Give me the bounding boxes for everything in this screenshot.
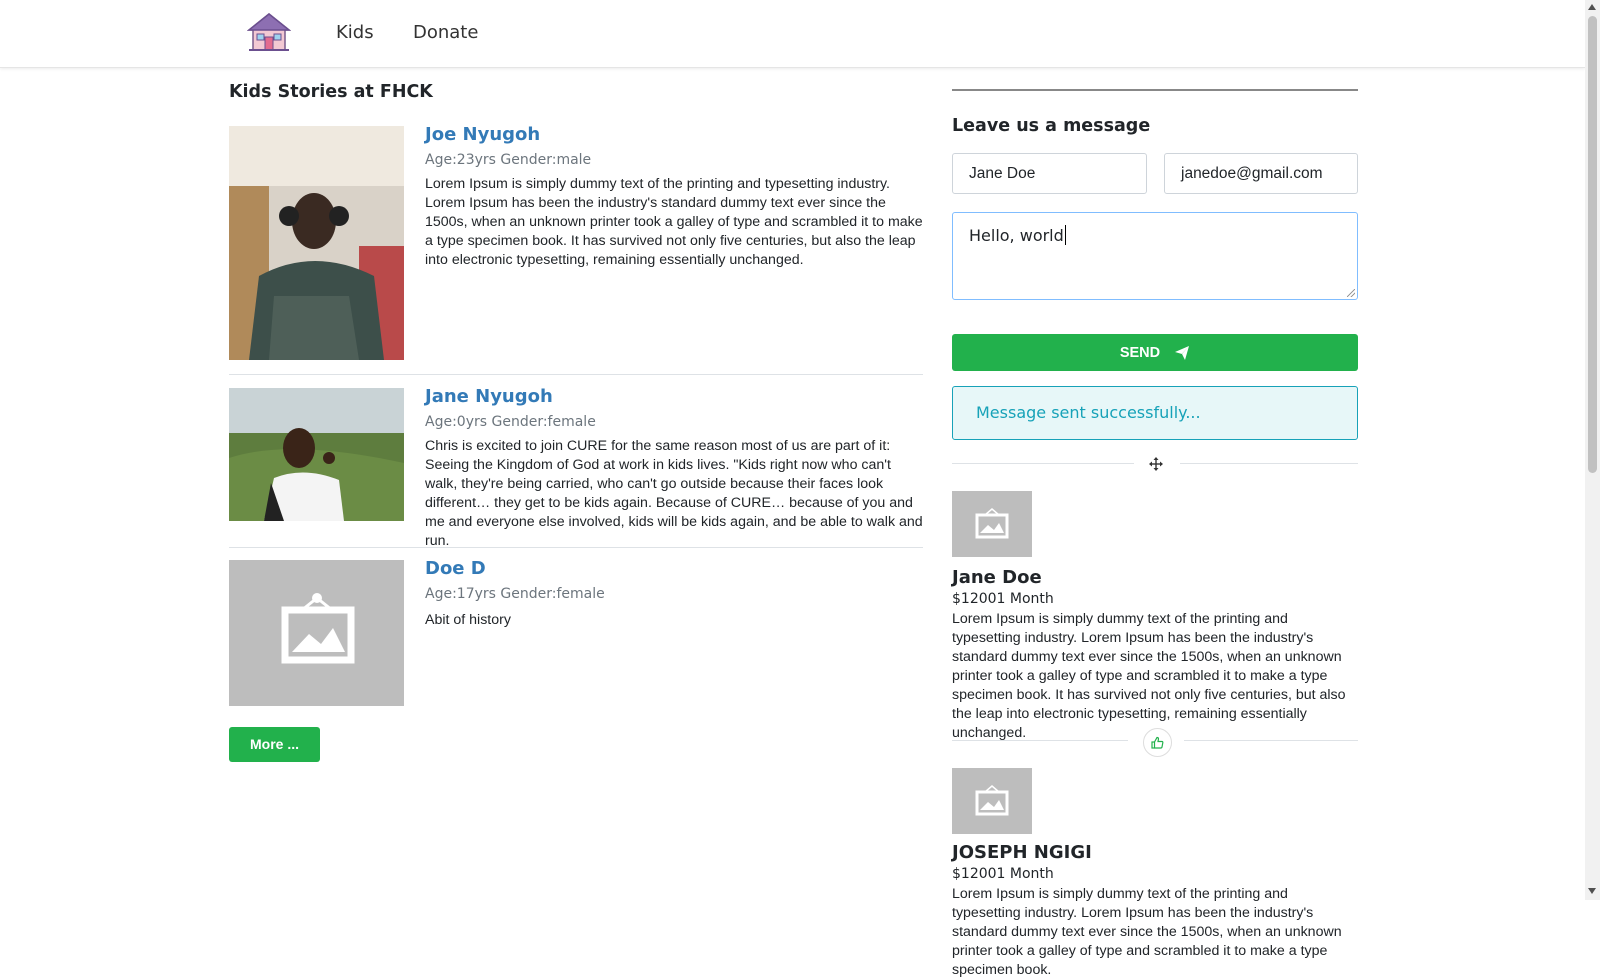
send-button[interactable]: SEND: [952, 334, 1358, 371]
divider: [952, 89, 1358, 91]
house-icon[interactable]: [246, 12, 292, 52]
vertical-scrollbar[interactable]: [1585, 0, 1600, 900]
text-caret: [1064, 225, 1066, 245]
placeholder-image-icon: [952, 491, 1032, 557]
message-text: Hello, world: [969, 226, 1064, 245]
message-textarea[interactable]: Hello, world: [952, 212, 1358, 300]
placeholder-image-icon: [952, 768, 1032, 834]
paper-plane-icon: [1175, 345, 1190, 360]
divider: [229, 374, 923, 375]
divider: [952, 463, 1134, 464]
kid-story: Abit of history: [425, 612, 511, 628]
donor-name: Jane Doe: [952, 567, 1042, 588]
more-button[interactable]: More ...: [229, 727, 320, 762]
divider: [1180, 463, 1358, 464]
scroll-down-arrow-icon[interactable]: [1588, 888, 1596, 894]
name-field[interactable]: Jane Doe: [952, 153, 1147, 194]
kid-name[interactable]: Joe Nyugoh: [425, 124, 540, 145]
nav-link-kids[interactable]: Kids: [336, 22, 374, 43]
section-title: Kids Stories at FHCK: [229, 82, 433, 102]
scrollbar-thumb[interactable]: [1588, 16, 1597, 473]
kid-photo[interactable]: [229, 388, 404, 521]
kid-story: Lorem Ipsum is simply dummy text of the …: [425, 176, 923, 268]
kid-card: Joe Nyugoh Age:23yrs Gender:male Lorem I…: [229, 124, 923, 375]
send-label: SEND: [1119, 344, 1161, 361]
donor-card: JOSEPH NGIGI $12001 Month Lorem Ipsum is…: [952, 768, 1358, 978]
divider: [1184, 740, 1358, 741]
donor-amount: $12001 Month: [952, 866, 1054, 882]
divider: [229, 547, 923, 548]
resize-handle-icon[interactable]: [1347, 289, 1355, 297]
donor-card: Jane Doe $12001 Month Lorem Ipsum is sim…: [952, 491, 1358, 741]
email-field[interactable]: janedoe@gmail.com: [1164, 153, 1358, 194]
kid-meta: Age:17yrs Gender:female: [425, 586, 605, 602]
kid-card: Jane Nyugoh Age:0yrs Gender:female Chris…: [229, 386, 923, 549]
placeholder-image-icon[interactable]: [229, 560, 404, 706]
kid-meta: Age:0yrs Gender:female: [425, 414, 596, 430]
kid-meta: Age:23yrs Gender:male: [425, 152, 592, 168]
thumbs-up-icon[interactable]: [1143, 728, 1172, 757]
scroll-up-arrow-icon[interactable]: [1588, 4, 1596, 10]
message-form-title: Leave us a message: [952, 116, 1151, 136]
donor-name: JOSEPH NGIGI: [952, 842, 1092, 863]
donor-text: Lorem Ipsum is simply dummy text of the …: [952, 886, 1342, 978]
donor-text: Lorem Ipsum is simply dummy text of the …: [952, 611, 1346, 741]
donor-amount: $12001 Month: [952, 591, 1054, 607]
kid-photo[interactable]: [229, 126, 404, 360]
kid-name[interactable]: Jane Nyugoh: [425, 386, 553, 407]
kid-name[interactable]: Doe D: [425, 558, 486, 579]
kid-card: Doe D Age:17yrs Gender:female Abit of hi…: [229, 558, 923, 706]
move-icon[interactable]: [1149, 456, 1163, 471]
divider: [952, 740, 1128, 741]
success-alert: Message sent successfully...: [952, 386, 1358, 440]
kid-story: Chris is excited to join CURE for the sa…: [425, 438, 923, 549]
top-navbar: Kids Donate: [0, 0, 1585, 68]
nav-link-donate[interactable]: Donate: [413, 22, 478, 43]
